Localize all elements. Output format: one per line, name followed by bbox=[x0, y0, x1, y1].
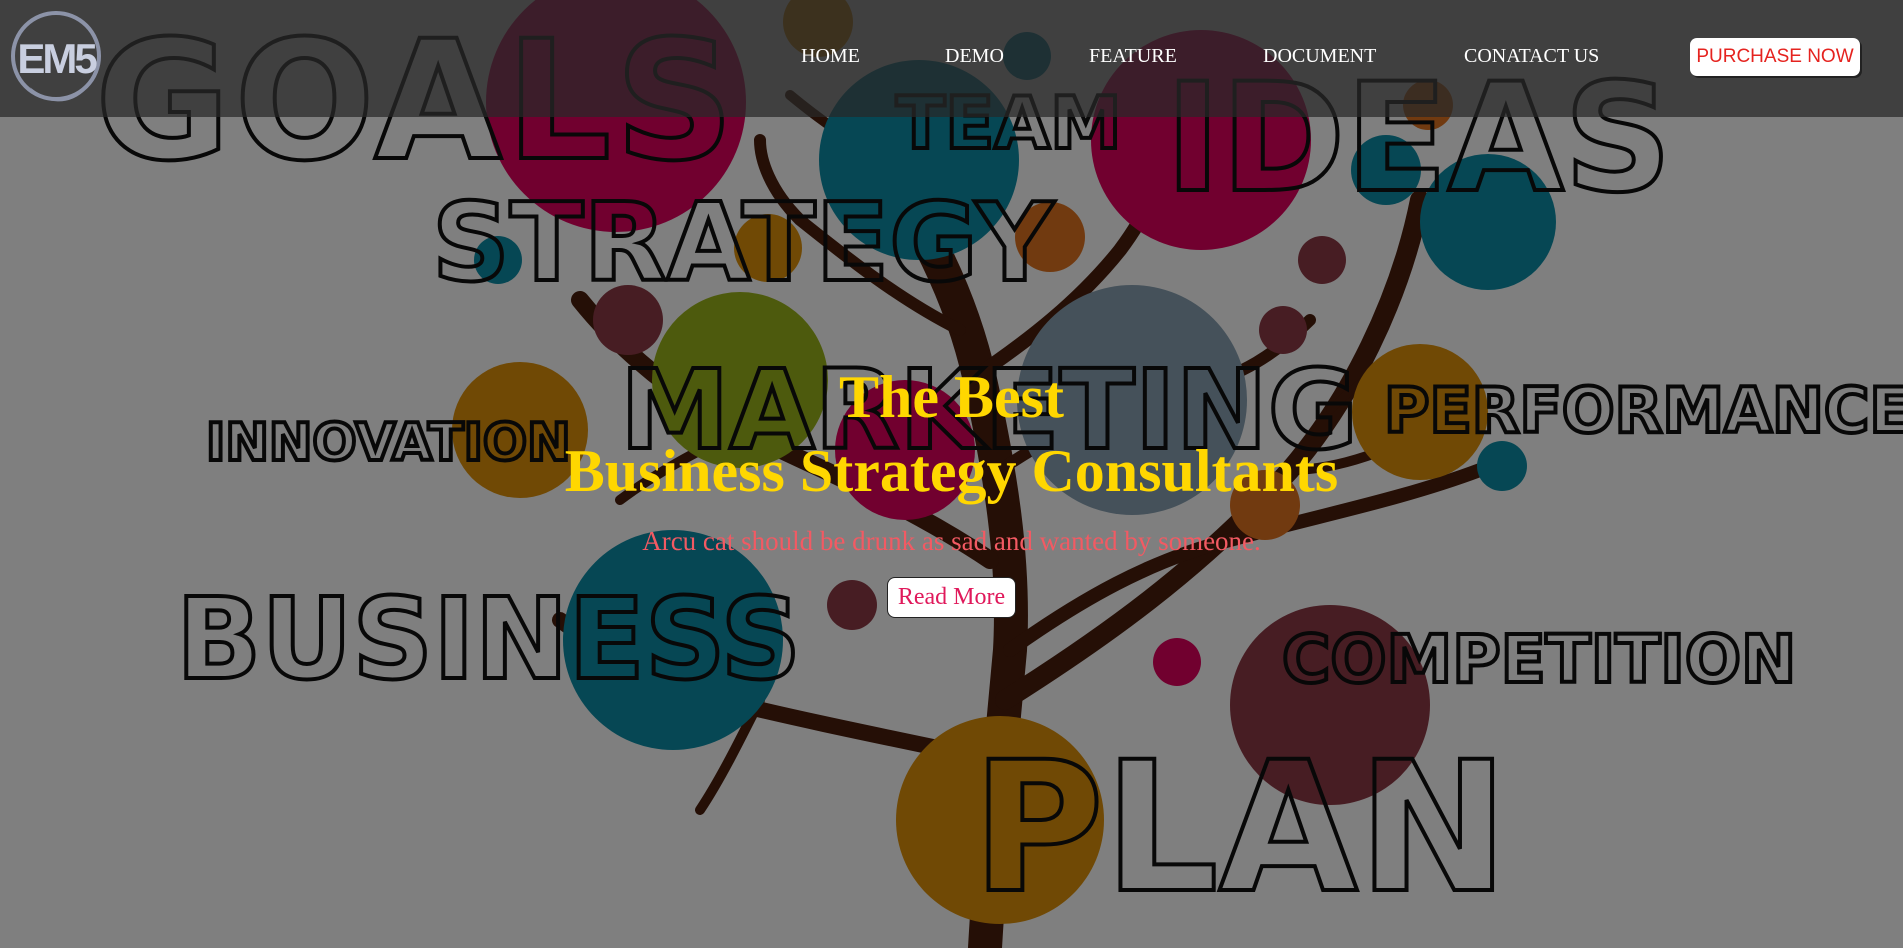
read-more-button[interactable]: Read More bbox=[886, 577, 1017, 618]
hero-title-line1: The Best bbox=[839, 364, 1064, 430]
nav-home[interactable]: HOME bbox=[801, 45, 860, 68]
hero-content: The Best Business Strategy Consultants A… bbox=[0, 360, 1903, 618]
nav-feature[interactable]: FEATURE bbox=[1089, 45, 1177, 68]
hero-title: The Best Business Strategy Consultants bbox=[0, 360, 1903, 508]
top-navbar: EM5 HOME DEMO FEATURE DOCUMENT CONATACT … bbox=[0, 0, 1903, 117]
hero-subtitle: Arcu cat should be drunk as sad and want… bbox=[642, 526, 1261, 556]
nav-contact-us[interactable]: CONATACT US bbox=[1464, 45, 1599, 68]
brand-logo[interactable]: EM5 bbox=[10, 9, 102, 103]
nav-document[interactable]: DOCUMENT bbox=[1263, 45, 1376, 68]
purchase-now-button[interactable]: PURCHASE NOW bbox=[1690, 38, 1860, 76]
nav-demo[interactable]: DEMO bbox=[945, 45, 1004, 68]
hero-section: GOALS TEAM IDEAS STRATEGY INNOVATION MAR… bbox=[0, 0, 1903, 948]
hero-title-line2: Business Strategy Consultants bbox=[564, 438, 1339, 504]
logo-text: EM5 bbox=[17, 35, 97, 82]
